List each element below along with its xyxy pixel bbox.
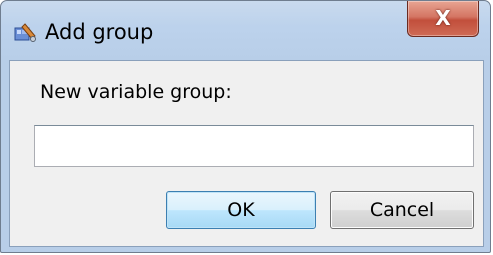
window-title: Add group (45, 20, 154, 44)
cancel-button[interactable]: Cancel (330, 191, 474, 229)
close-icon: X (435, 6, 451, 30)
group-name-label: New variable group: (40, 81, 232, 103)
group-name-input[interactable] (34, 125, 474, 167)
add-group-dialog: Add group X New variable group: OK Cance… (0, 0, 491, 253)
ok-button[interactable]: OK (166, 191, 316, 229)
app-wrench-icon (13, 22, 37, 44)
title-bar[interactable]: Add group X (1, 1, 490, 61)
close-button[interactable]: X (407, 1, 479, 37)
dialog-body: New variable group: OK Cancel (9, 60, 484, 247)
